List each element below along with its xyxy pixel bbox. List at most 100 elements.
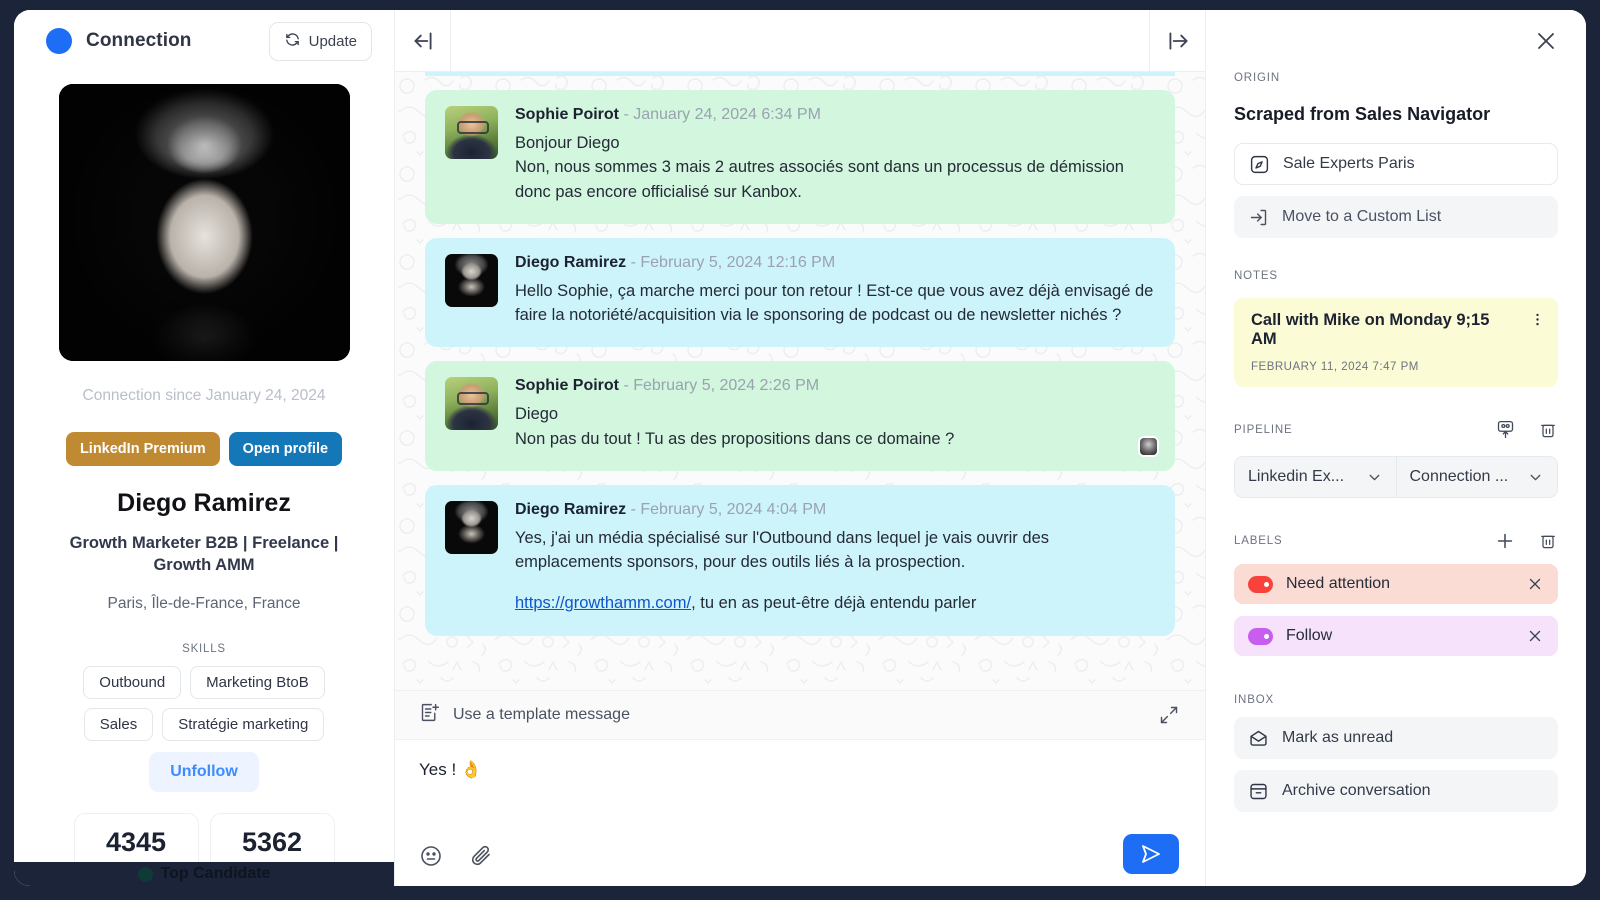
message-text: Bonjour Diego — [515, 134, 620, 152]
message-text: Diego — [515, 405, 559, 424]
message-text: Hello Sophie, ça marche merci pour ton r… — [515, 281, 1154, 324]
previous-message-partial — [425, 72, 1175, 76]
top-candidate-label: Top Candidate — [160, 865, 271, 882]
message-avatar — [445, 253, 498, 307]
message-scroll-area[interactable]: Sophie Poirot - January 24, 2024 6:34 PM… — [395, 72, 1205, 690]
skills-row: Sales Stratégie marketing — [14, 707, 394, 741]
profile-header: Connection Update — [14, 10, 394, 72]
note-card[interactable]: Call with Mike on Monday 9;15 AM FEBRUAR… — [1234, 298, 1558, 387]
send-button[interactable] — [1123, 834, 1179, 874]
notes-section-label: NOTES — [1234, 270, 1278, 282]
linkedin-premium-badge[interactable]: LinkedIn Premium — [65, 432, 220, 466]
seen-by-avatar-icon — [1138, 435, 1159, 457]
message-link[interactable]: https://growthamm.com/ — [515, 594, 691, 612]
move-to-custom-list-label: Move to a Custom List — [1282, 208, 1442, 225]
top-candidate-icon — [137, 866, 153, 882]
note-menu-icon[interactable] — [1529, 311, 1546, 333]
note-date: FEBRUARY 11, 2024 7:47 PM — [1251, 361, 1419, 373]
conversation-toolbar — [395, 10, 1205, 72]
message-draft-text[interactable]: Yes ! 👌 — [419, 760, 1181, 780]
message-text: Yes, j'ai un média spécialisé sur l'Outb… — [515, 528, 1049, 571]
label-color-tag-icon — [1248, 627, 1273, 645]
update-button[interactable]: Update — [268, 21, 372, 61]
mark-as-unread-label: Mark as unread — [1282, 729, 1394, 746]
move-to-custom-list-button[interactable]: Move to a Custom List — [1234, 196, 1558, 238]
message-sender: Sophie Poirot — [515, 377, 619, 395]
close-icon[interactable] — [1534, 29, 1558, 53]
move-pipeline-icon[interactable] — [1495, 419, 1516, 440]
origin-source-button[interactable]: Sale Experts Paris — [1234, 143, 1558, 185]
origin-source-label: Sale Experts Paris — [1283, 155, 1415, 172]
message-text: Non, nous sommes 3 mais 2 autres associé… — [515, 158, 1124, 201]
add-label-icon[interactable] — [1494, 530, 1516, 552]
connection-status-dot — [46, 28, 72, 54]
profile-location: Paris, Île-de-France, France — [107, 594, 301, 612]
message-sender: Diego Ramirez — [515, 253, 627, 271]
profile-badges: LinkedIn Premium Open profile — [14, 432, 394, 466]
skill-chip[interactable]: Sales — [83, 707, 154, 741]
message-text: Non pas du tout ! Tu as des propositions… — [515, 429, 955, 448]
expand-icon[interactable] — [1159, 705, 1179, 725]
pipeline-select-right-value: Connection ... — [1409, 468, 1509, 485]
message-bubble: Sophie Poirot - January 24, 2024 6:34 PM… — [425, 90, 1175, 224]
collapse-left-panel-button[interactable] — [395, 10, 451, 72]
message-header: Sophie Poirot - January 24, 2024 6:34 PM — [515, 106, 1155, 124]
skill-chip[interactable]: Stratégie marketing — [162, 707, 325, 741]
emoji-icon[interactable] — [419, 844, 443, 868]
message-bubble: Sophie Poirot - February 5, 2024 2:26 PM… — [425, 361, 1175, 471]
remove-label-icon[interactable] — [1526, 575, 1544, 593]
message-header: Sophie Poirot - February 5, 2024 2:26 PM — [515, 377, 1155, 395]
label-color-tag-icon — [1248, 575, 1273, 593]
message-sender: Sophie Poirot — [515, 106, 619, 123]
pipeline-select-left[interactable]: Linkedin Ex... — [1234, 456, 1396, 498]
message-body: Diego Ramirez - February 5, 2024 12:16 P… — [515, 254, 1155, 328]
pipeline-label-text: PIPELINE — [1234, 423, 1293, 436]
app-window: Connection Update Connection since Janua… — [14, 10, 1586, 886]
labels-actions — [1494, 530, 1558, 552]
label-chip-need-attention[interactable]: Need attention — [1234, 564, 1558, 604]
delete-pipeline-icon[interactable] — [1538, 420, 1558, 440]
label-chip-follow[interactable]: Follow — [1234, 616, 1558, 656]
message-body: Sophie Poirot - January 24, 2024 6:34 PM… — [515, 106, 1155, 204]
connection-status-label: Connection — [86, 30, 192, 51]
archive-icon — [1248, 781, 1269, 802]
delete-label-icon[interactable] — [1538, 531, 1558, 551]
message-timestamp: - January 24, 2024 6:34 PM — [623, 106, 821, 123]
use-template-message-button[interactable]: Use a template message — [395, 691, 1205, 740]
pipeline-selectors: Linkedin Ex... Connection ... — [1234, 456, 1558, 498]
top-candidate-bar: Top Candidate — [14, 862, 394, 886]
remove-label-icon[interactable] — [1526, 627, 1544, 645]
details-panel: ORIGIN Scraped from Sales Navigator Sale… — [1205, 10, 1586, 886]
message-body: Sophie Poirot - February 5, 2024 2:26 PM… — [515, 377, 1155, 451]
unfollow-button[interactable]: Unfollow — [149, 751, 259, 792]
label-chip-text: Need attention — [1286, 575, 1391, 592]
open-profile-button[interactable]: Open profile — [228, 432, 343, 466]
labels-section-label: LABELS — [1234, 530, 1558, 552]
message-text-with-link: https://growthamm.com/, tu en as peut-êt… — [515, 591, 1155, 615]
message-bubble: Diego Ramirez - February 5, 2024 4:04 PM… — [425, 484, 1175, 636]
collapse-right-panel-button[interactable] — [1149, 10, 1205, 72]
profile-panel: Connection Update Connection since Janua… — [14, 10, 395, 886]
label-chip-text: Follow — [1286, 627, 1333, 644]
skill-chip[interactable]: Marketing BtoB — [190, 665, 325, 699]
message-list: Sophie Poirot - January 24, 2024 6:34 PM… — [395, 72, 1205, 636]
mark-as-unread-button[interactable]: Mark as unread — [1234, 717, 1558, 759]
skills-list: Outbound Marketing BtoB Sales Stratégie … — [14, 665, 394, 741]
update-button-label: Update — [308, 32, 357, 50]
envelope-open-icon — [1248, 728, 1269, 749]
compass-icon — [1249, 154, 1270, 175]
archive-conversation-button[interactable]: Archive conversation — [1234, 770, 1558, 812]
profile-name: Diego Ramirez — [117, 489, 291, 517]
move-to-list-icon — [1248, 207, 1269, 228]
message-timestamp: - February 5, 2024 2:26 PM — [623, 377, 820, 395]
connection-since-text: Connection since January 24, 2024 — [82, 387, 326, 404]
skill-chip[interactable]: Outbound — [83, 665, 182, 699]
chevron-down-icon — [1366, 469, 1383, 486]
message-input-area[interactable]: Yes ! 👌 — [395, 740, 1205, 886]
paperclip-icon[interactable] — [469, 844, 493, 868]
message-composer: Use a template message Yes ! 👌 — [395, 690, 1205, 886]
pipeline-select-right[interactable]: Connection ... — [1395, 456, 1558, 498]
template-icon — [419, 702, 440, 728]
message-bubble: Diego Ramirez - February 5, 2024 12:16 P… — [425, 237, 1175, 348]
composer-tools — [419, 844, 493, 868]
